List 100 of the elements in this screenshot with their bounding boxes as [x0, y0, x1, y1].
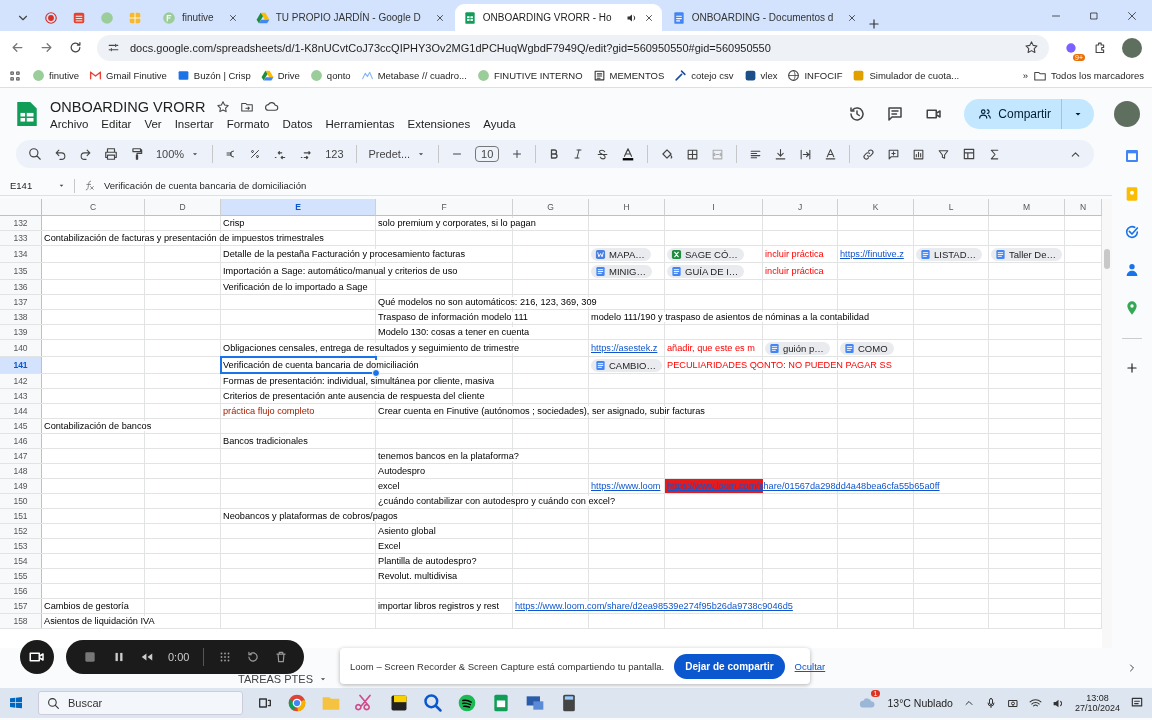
monitor-icon[interactable]: [525, 693, 545, 713]
browser-tab[interactable]: ONBOARDING VRORR - Ho: [454, 4, 662, 31]
bookmark[interactable]: Drive: [260, 69, 300, 82]
browser-tab[interactable]: finutive: [154, 4, 246, 31]
column-header[interactable]: M: [989, 199, 1065, 216]
bookmark[interactable]: FINUTIVE INTERNO: [476, 69, 583, 82]
checklist-icon[interactable]: [72, 10, 86, 25]
camera-button[interactable]: [20, 640, 54, 674]
new-tab-icon[interactable]: [867, 17, 882, 31]
row-number[interactable]: 133: [0, 231, 42, 245]
cell-link[interactable]: https://asestek.z: [591, 343, 658, 353]
star-icon[interactable]: [215, 99, 230, 114]
bookmark[interactable]: MEMENTOS: [592, 69, 665, 82]
row-number[interactable]: 136: [0, 280, 42, 294]
trash-icon[interactable]: [274, 650, 289, 664]
bookmark[interactable]: Simulador de cuota...: [852, 69, 960, 82]
row-number[interactable]: 138: [0, 310, 42, 324]
more-bookmarks[interactable]: »: [1022, 70, 1029, 81]
row-number[interactable]: 155: [0, 569, 42, 583]
row-number[interactable]: 154: [0, 554, 42, 568]
row-number[interactable]: 148: [0, 464, 42, 478]
close-icon[interactable]: [434, 12, 445, 23]
undo-icon[interactable]: [54, 147, 67, 161]
fill-color-icon[interactable]: [660, 147, 675, 161]
file-chip[interactable]: MINIG…: [591, 264, 652, 278]
wifi-icon[interactable]: [1028, 696, 1042, 710]
number-format-button[interactable]: 123: [325, 148, 344, 160]
spreadsheet-icon[interactable]: [491, 693, 511, 713]
taskbar-search-field[interactable]: Buscar: [38, 691, 243, 715]
column-header[interactable]: J: [763, 199, 838, 216]
person-icon[interactable]: [1124, 262, 1140, 278]
cloud-icon[interactable]: [263, 99, 279, 114]
chart-icon[interactable]: [912, 147, 926, 161]
row-number[interactable]: 150: [0, 494, 42, 508]
text-color-icon[interactable]: [621, 147, 636, 161]
column-header[interactable]: E: [221, 199, 376, 216]
forward-icon[interactable]: [39, 40, 54, 55]
bookmark[interactable]: vlex: [743, 69, 778, 82]
close-icon[interactable]: [643, 12, 654, 23]
plus-icon[interactable]: [1125, 361, 1139, 375]
text-wrap-icon[interactable]: [799, 147, 813, 161]
column-header[interactable]: G: [513, 199, 589, 216]
music-app-icon[interactable]: [457, 693, 477, 713]
sheet-tab[interactable]: TAREAS PTES: [232, 671, 334, 687]
file-chip[interactable]: COMO: [840, 341, 894, 355]
record-icon[interactable]: [44, 10, 58, 25]
add-comment-icon[interactable]: [887, 147, 901, 161]
file-chip[interactable]: MAPA…: [591, 247, 651, 261]
cell-link[interactable]: https://finutive.z: [840, 249, 904, 259]
formula-field[interactable]: Verificación de cuenta bancaria de domiciliación: [104, 180, 307, 191]
browser-tab[interactable]: ONBOARDING - Documentos d: [663, 4, 866, 31]
sticky-note-icon[interactable]: [389, 693, 409, 713]
microphone-icon[interactable]: [984, 697, 997, 709]
column-header[interactable]: I: [665, 199, 763, 216]
stop-icon[interactable]: [82, 649, 98, 665]
weather-text[interactable]: 13°C Nublado: [887, 697, 953, 709]
filter-views-icon[interactable]: [962, 147, 977, 161]
bookmark[interactable]: qonto: [309, 69, 351, 82]
row-number[interactable]: 137: [0, 295, 42, 309]
file-chip[interactable]: SAGE CÓ…: [667, 247, 744, 261]
task-view-icon[interactable]: [257, 695, 273, 711]
notification-icon[interactable]: [1130, 696, 1144, 710]
text-rotation-icon[interactable]: [824, 147, 838, 161]
row-number[interactable]: 158: [0, 614, 42, 628]
bookmark[interactable]: cotejo csv: [674, 69, 734, 82]
filter-icon[interactable]: [937, 147, 951, 161]
row-number[interactable]: 142: [0, 374, 42, 388]
site-settings-icon[interactable]: [107, 41, 120, 54]
menu-item[interactable]: Editar: [101, 117, 132, 130]
font-size-field[interactable]: 10: [475, 146, 500, 162]
row-number[interactable]: 156: [0, 584, 42, 598]
bookmark[interactable]: Metabase // cuadro...: [360, 69, 467, 82]
column-header[interactable]: D: [145, 199, 221, 216]
column-header[interactable]: F: [376, 199, 513, 216]
camera-icon[interactable]: [1006, 697, 1019, 709]
file-chip[interactable]: CAMBIO…: [591, 358, 662, 372]
plus-icon[interactable]: [511, 148, 524, 160]
cell-link[interactable]: https://www.loom.com/share/d2ea98539e274f95b26da9738c9046d5: [515, 601, 793, 611]
paint-format-icon[interactable]: [130, 147, 144, 161]
row-number[interactable]: 157: [0, 599, 42, 613]
percent-icon[interactable]: [249, 148, 262, 160]
maximize-icon[interactable]: [1088, 9, 1100, 22]
row-number[interactable]: 144: [0, 404, 42, 418]
share-button[interactable]: Compartir: [964, 99, 1094, 129]
search-icon[interactable]: [28, 147, 42, 161]
row-number[interactable]: 152: [0, 524, 42, 538]
menu-item[interactable]: Archivo: [50, 117, 89, 130]
file-chip[interactable]: GUÍA DE I…: [667, 264, 745, 278]
bold-icon[interactable]: [548, 148, 561, 160]
row-number[interactable]: 134: [0, 246, 42, 262]
close-icon[interactable]: [1126, 9, 1138, 22]
link-icon[interactable]: [862, 147, 876, 161]
file-chip[interactable]: LISTAD…: [916, 247, 983, 261]
merge-cells-icon[interactable]: [711, 147, 725, 161]
name-box[interactable]: E141: [10, 180, 66, 191]
apps-icon[interactable]: [8, 68, 22, 83]
row-number[interactable]: 147: [0, 449, 42, 463]
row-number[interactable]: 139: [0, 325, 42, 339]
bookmark[interactable]: Gmail Finutive: [89, 69, 167, 82]
bookmark[interactable]: INFOCIF: [787, 69, 843, 82]
